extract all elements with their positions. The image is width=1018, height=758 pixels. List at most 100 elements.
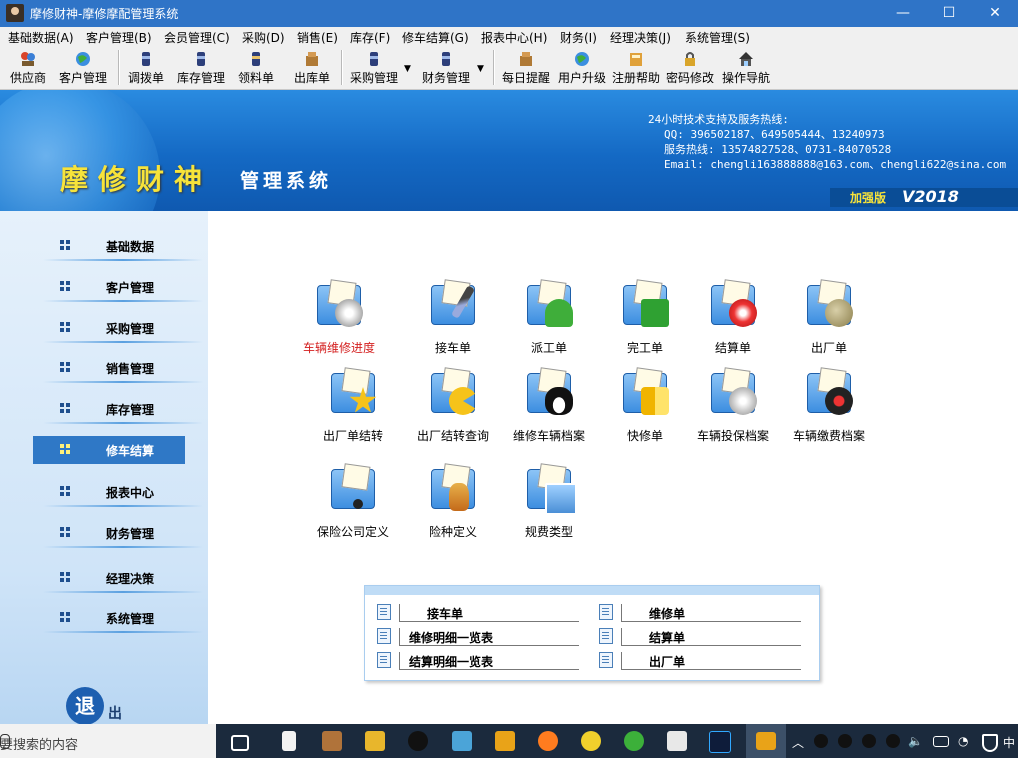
box-icon (520, 52, 532, 66)
tile-insurer-definition[interactable]: 保险公司定义 (305, 463, 401, 551)
tile-quick-repair[interactable]: 快修单 (597, 367, 693, 455)
minimize-button[interactable]: — (880, 0, 926, 27)
toolbar-purchase-mgmt[interactable]: 采购管理 (346, 48, 402, 87)
battery-icon[interactable] (933, 736, 949, 747)
wechat-icon[interactable] (624, 731, 644, 751)
file-icon[interactable] (282, 731, 296, 751)
help-book-icon (630, 53, 642, 66)
menu-system[interactable]: 系统管理(S) (685, 29, 750, 46)
toolbar-outbound[interactable]: 出库单 (290, 48, 334, 87)
sidebar-item-system[interactable]: 系统管理 (33, 604, 203, 633)
tile-release[interactable]: 出厂单 (781, 279, 877, 367)
menu-sales[interactable]: 销售(E) (297, 29, 338, 46)
tile-carryover-query[interactable]: 出厂结转查询 (405, 367, 501, 455)
tile-insurance-archive[interactable]: 车辆投保档案 (685, 367, 781, 455)
toolbar-register-help[interactable]: 注册帮助 (610, 48, 662, 87)
grid-icon (60, 403, 70, 413)
toolbar-navigation[interactable]: 操作导航 (718, 48, 774, 87)
exit-button[interactable]: 退 (66, 687, 104, 725)
quick-link-check-in[interactable]: 接车单 (377, 602, 587, 622)
tile-insurance-type[interactable]: 险种定义 (405, 463, 501, 551)
menu-report[interactable]: 报表中心(H) (481, 29, 547, 46)
menu-customer[interactable]: 客户管理(B) (86, 29, 152, 46)
document-icon (599, 604, 613, 620)
grid-icon (60, 362, 70, 372)
support-title: 24小时技术支持及服务热线: (648, 113, 789, 126)
sidebar-item-manager[interactable]: 经理决策 (33, 564, 203, 593)
network-icon[interactable]: ◔ (958, 734, 968, 748)
jar-icon (442, 52, 450, 66)
taskbar-search[interactable]: 要搜索的内容 (0, 724, 216, 758)
quick-link-release[interactable]: 出厂单 (599, 650, 809, 670)
package-app-icon[interactable] (322, 731, 342, 751)
tile-fee-archive[interactable]: 车辆缴费档案 (781, 367, 877, 455)
maximize-button[interactable]: ☐ (926, 0, 972, 27)
grid-icon (60, 281, 70, 291)
toolbar-transfer[interactable]: 调拨单 (124, 48, 168, 87)
notebook-app-icon[interactable] (452, 731, 472, 751)
menu-purchase[interactable]: 采购(D) (242, 29, 285, 46)
folder-helmet-icon (805, 279, 855, 327)
quick-link-repair-details[interactable]: 维修明细一览表 (377, 626, 587, 646)
tile-fee-type[interactable]: 规费类型 (501, 463, 597, 551)
sidebar-item-sales[interactable]: 销售管理 (33, 354, 203, 383)
folder-app-icon[interactable] (365, 731, 385, 751)
toolbar-change-password[interactable]: 密码修改 (664, 48, 716, 87)
sidebar-item-repair-settle[interactable]: 修车结算 (33, 436, 185, 464)
toolbar-upgrade[interactable]: 用户升级 (556, 48, 608, 87)
photoshop-icon[interactable] (709, 731, 731, 753)
qq-tray-icon[interactable] (886, 734, 900, 748)
task-view-icon[interactable] (231, 735, 249, 751)
firefox-icon[interactable] (538, 731, 558, 751)
taskbar: 要搜索的内容 ︿ 🔈 ◔ 中 (0, 724, 1018, 758)
shield-icon[interactable] (982, 734, 998, 752)
qq-tray-icon[interactable] (862, 734, 876, 748)
toolbar-customer[interactable]: 客户管理 (56, 48, 110, 87)
toolbar-inventory[interactable]: 库存管理 (174, 48, 228, 87)
music-app-icon[interactable] (581, 731, 601, 751)
menu-repair-settle[interactable]: 修车结算(G) (402, 29, 469, 46)
active-app-tab[interactable] (746, 724, 786, 758)
close-button[interactable]: ✕ (972, 0, 1018, 27)
tile-repair-progress[interactable]: 车辆维修进度 (291, 279, 387, 367)
quick-link-settlement[interactable]: 结算单 (599, 626, 809, 646)
menu-inventory[interactable]: 库存(F) (350, 29, 390, 46)
menu-finance[interactable]: 财务(I) (560, 29, 597, 46)
toolbar-supplier[interactable]: 供应商 (6, 48, 50, 87)
purchase-dropdown-icon[interactable]: ▼ (404, 64, 411, 74)
quick-link-repair-order[interactable]: 维修单 (599, 602, 809, 622)
menu-member[interactable]: 会员管理(C) (164, 29, 230, 46)
photos-app-icon[interactable] (667, 731, 687, 751)
finance-dropdown-icon[interactable]: ▼ (477, 64, 484, 74)
app-icon (6, 4, 24, 22)
tile-vehicle-archive[interactable]: 维修车辆档案 (501, 367, 597, 455)
microphone-icon[interactable] (0, 734, 10, 749)
document-icon (377, 652, 391, 668)
tile-settlement[interactable]: 结算单 (685, 279, 781, 367)
tile-completion[interactable]: 完工单 (597, 279, 693, 367)
tile-check-in[interactable]: 接车单 (405, 279, 501, 367)
sidebar-item-customer[interactable]: 客户管理 (33, 273, 203, 302)
volume-icon[interactable]: 🔈 (908, 734, 923, 748)
menu-basic-data[interactable]: 基础数据(A) (8, 29, 74, 46)
toolbar-daily-reminder[interactable]: 每日提醒 (498, 48, 554, 87)
toolbar-requisition[interactable]: 领料单 (236, 48, 276, 87)
sidebar-item-finance[interactable]: 财务管理 (33, 519, 203, 548)
sidebar-item-report[interactable]: 报表中心 (33, 478, 203, 507)
tray-expand-icon[interactable]: ︿ (792, 734, 804, 751)
box-icon (306, 52, 318, 66)
qq-tray-icon[interactable] (838, 734, 852, 748)
toolbar-finance-mgmt[interactable]: 财务管理 (418, 48, 474, 87)
qq-app-icon[interactable] (408, 731, 428, 751)
tile-release-carryover[interactable]: 出厂单结转 (305, 367, 401, 455)
sidebar-item-basic-data[interactable]: 基础数据 (33, 232, 203, 261)
tile-dispatch[interactable]: 派工单 (501, 279, 597, 367)
sidebar-item-purchase[interactable]: 采购管理 (33, 314, 203, 343)
quick-link-settlement-details[interactable]: 结算明细一览表 (377, 650, 587, 670)
menu-manager[interactable]: 经理决策(J) (610, 29, 671, 46)
qq-tray-icon[interactable] (814, 734, 828, 748)
folder-down-arrow-icon (621, 279, 671, 327)
ime-indicator[interactable]: 中 (1003, 734, 1015, 751)
bus-app-icon[interactable] (495, 731, 515, 751)
sidebar-item-inventory[interactable]: 库存管理 (33, 395, 203, 424)
